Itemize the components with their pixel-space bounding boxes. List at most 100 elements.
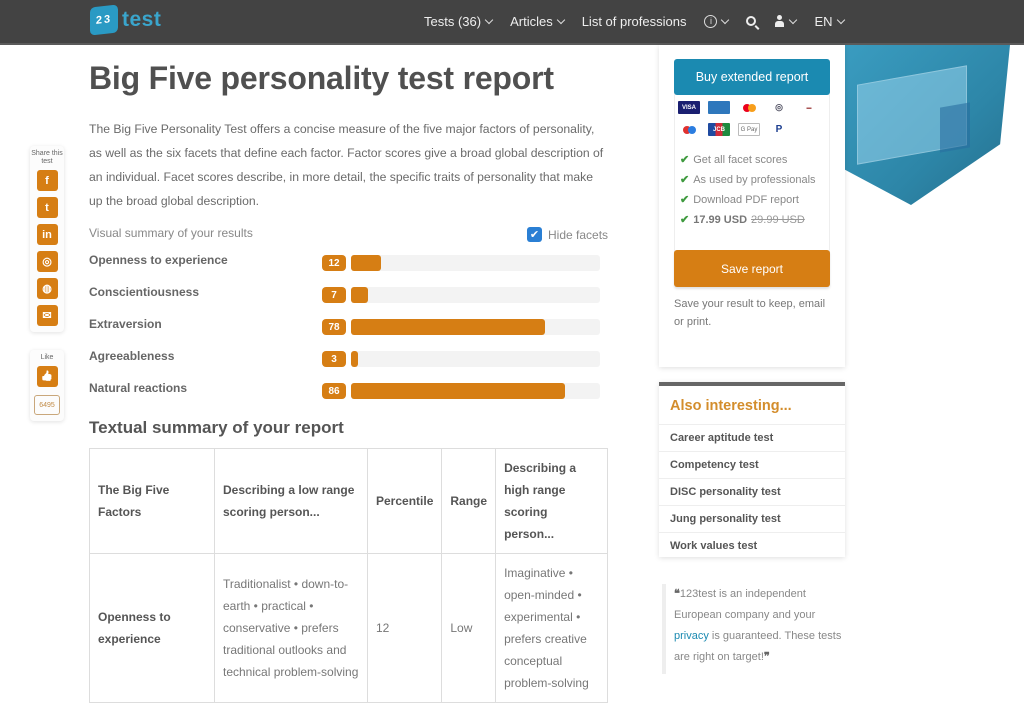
share-twitter-button[interactable]: t [36, 197, 58, 218]
messenger-icon: ◍ [42, 283, 52, 295]
column-header: Percentile [366, 448, 443, 554]
like-label: Like [40, 354, 54, 361]
factor-name: Natural reactions [89, 381, 188, 395]
cell-factor: Openness to experience [89, 553, 215, 703]
feature-text: Download PDF report [693, 193, 799, 206]
like-button[interactable]: 👍 [36, 366, 58, 387]
thumbs-up-icon: 👍 [40, 371, 54, 382]
check-icon: ✔ [680, 174, 690, 186]
hide-facets-checkbox[interactable]: ✔ [527, 227, 542, 242]
cell-high-description: Imaginative • open-minded • experimental… [495, 553, 608, 703]
chevron-down-icon [556, 15, 565, 24]
check-icon: ✔ [680, 154, 690, 166]
share-linkedin-button[interactable]: in [36, 224, 58, 245]
info-icon: i [704, 14, 718, 28]
nav-tests-label: Tests (36) [424, 13, 482, 29]
diners-club-icon: ◎ [775, 102, 783, 112]
feature-item: ✔ As used by professionals [680, 173, 816, 187]
also-item-competency-test[interactable]: Competency test [659, 451, 845, 478]
save-note: Save your result to keep, email or print… [674, 298, 826, 328]
jcb-icon: JCB [708, 123, 730, 136]
feature-text: As used by professionals [693, 173, 816, 186]
paypal-icon: P [775, 124, 783, 135]
check-icon: ✔ [680, 194, 690, 206]
share-messenger-button[interactable]: ◍ [36, 278, 58, 299]
share-facebook-button[interactable]: f [36, 170, 58, 191]
old-price: 29.99 USD [751, 213, 805, 226]
share-email-button[interactable]: ✉ [36, 305, 58, 326]
factor-name: Conscientiousness [89, 285, 200, 299]
nav-user-menu[interactable] [774, 14, 798, 28]
email-icon: ✉ [42, 310, 52, 322]
like-widget: Like 👍 6495 [30, 350, 64, 421]
share-instagram-button[interactable]: ◎ [36, 251, 58, 272]
factor-score-badge: 86 [322, 383, 346, 399]
hide-facets-label: Hide facets [548, 227, 609, 242]
factor-bar-fill [351, 287, 369, 303]
hide-facets-toggle[interactable]: ✔ Hide facets [527, 227, 608, 242]
factor-name: Agreeableness [89, 349, 175, 363]
nav-search[interactable] [746, 16, 757, 26]
factor-bar-track [351, 255, 600, 271]
google-pay-icon: G Pay [738, 123, 760, 136]
payment-methods-row-2: JCB G Pay P [678, 123, 798, 136]
factor-name: Openness to experience [89, 253, 228, 267]
factor-bar-track [351, 351, 600, 367]
factor-score-badge: 3 [322, 351, 346, 367]
share-sidebar: Share this test f t in ◎ ◍ ✉ [30, 146, 64, 332]
privacy-link[interactable]: privacy [674, 630, 709, 642]
close-quote-icon: ❞ [763, 651, 770, 663]
table-row: Openness to experience Traditionalist • … [89, 553, 608, 703]
price-item: ✔ 17.99 USD 29.99 USD [680, 213, 805, 227]
nav-articles[interactable]: Articles [510, 14, 565, 29]
factor-score-badge: 7 [322, 287, 346, 303]
mastercard-icon [738, 101, 760, 114]
nav-language[interactable]: EN [814, 14, 845, 29]
site-logo[interactable]: 23 test [90, 4, 161, 36]
factor-name: Extraversion [89, 317, 162, 331]
column-header: Describing a low range scoring person... [214, 448, 368, 554]
factor-bar-row: Openness to experience 12 [89, 253, 609, 273]
current-price: 17.99 USD [693, 213, 748, 226]
also-interesting-card: Also interesting... Career aptitude test… [659, 382, 845, 557]
search-icon [746, 16, 757, 26]
also-item-career-aptitude-test[interactable]: Career aptitude test [659, 424, 845, 451]
facebook-icon: f [45, 174, 49, 187]
twitter-icon: t [45, 201, 49, 214]
factor-score-badge: 78 [322, 319, 346, 335]
factor-bar-fill [351, 351, 359, 367]
column-header: Range [441, 448, 497, 554]
also-item-jung-personality-test[interactable]: Jung personality test [659, 505, 845, 532]
hero-panel [940, 102, 970, 153]
top-navigation-bar: 23 test Tests (36) Articles List of prof… [0, 0, 1024, 45]
quote-text-start: 123test is an independent European compa… [674, 588, 816, 621]
dice-logo-icon: 23 [90, 4, 118, 36]
buy-extended-report-card: VISA . ◎ ▬ JCB G Pay P ✔ Get all facet sc… [659, 45, 845, 367]
nav-professions-label: List of professions [581, 13, 687, 29]
share-label: Share this test [31, 150, 63, 165]
factor-bar-track [351, 287, 600, 303]
also-item-disc-personality-test[interactable]: DISC personality test [659, 478, 845, 505]
cell-percentile: 12 [366, 553, 443, 703]
cell-low-description: Traditionalist • down-to-earth • practic… [214, 553, 368, 703]
factor-bar-track [351, 319, 600, 335]
nav-list-of-professions[interactable]: List of professions [582, 14, 687, 29]
chevron-down-icon [484, 15, 494, 24]
feature-text: Get all facet scores [693, 153, 788, 166]
chevron-down-icon [789, 15, 798, 24]
nav-tests[interactable]: Tests (36) [424, 13, 494, 29]
chevron-down-icon [721, 15, 730, 24]
factor-bar-fill [351, 255, 381, 271]
column-header: The Big Five Factors [89, 448, 215, 554]
nav-info-menu[interactable]: i [704, 14, 730, 28]
buy-extended-report-button[interactable]: Buy extended report [674, 59, 830, 95]
hero-image [845, 45, 1010, 210]
also-item-work-values-test[interactable]: Work values test [659, 532, 845, 559]
also-interesting-list: Career aptitude test Competency test DIS… [659, 424, 845, 559]
user-icon [774, 14, 785, 28]
amex-icon: . [708, 101, 730, 114]
factor-bar-track [351, 383, 600, 399]
save-report-button[interactable]: Save report [674, 250, 830, 287]
check-icon: ✔ [680, 214, 690, 226]
intro-paragraph: The Big Five Personality Test offers a c… [89, 122, 604, 208]
